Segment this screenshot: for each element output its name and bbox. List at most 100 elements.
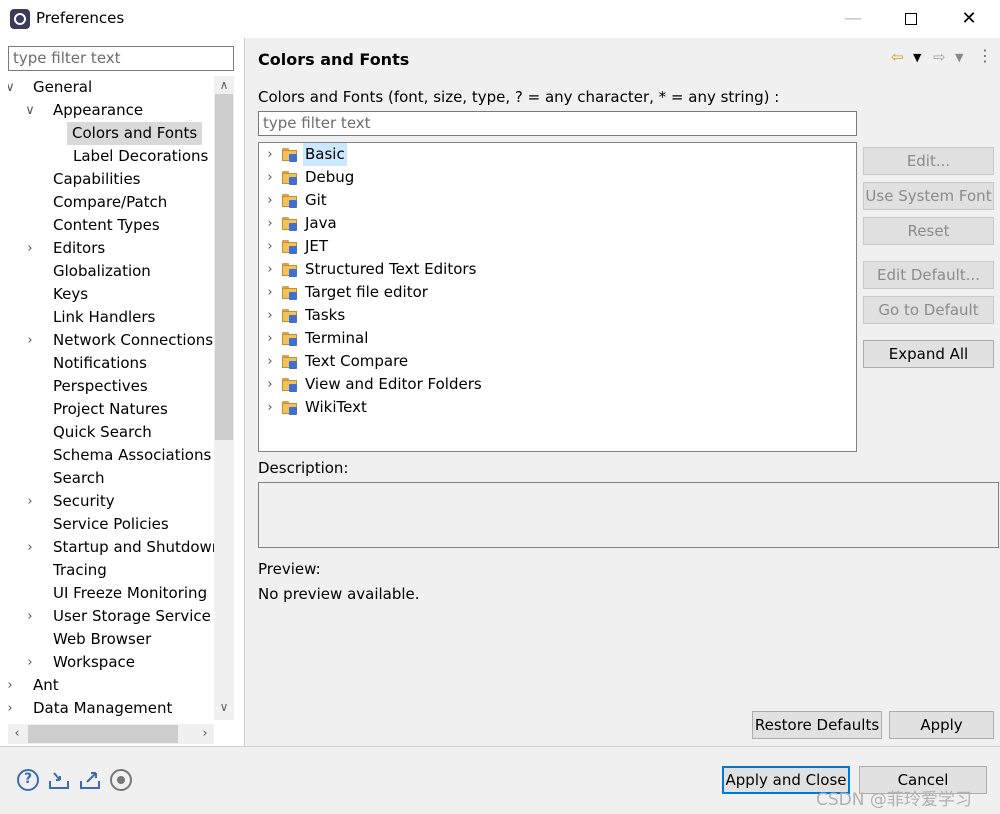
import-icon[interactable] xyxy=(48,769,70,791)
apply-button[interactable]: Apply xyxy=(889,711,994,739)
nav-item[interactable]: Search xyxy=(8,467,214,490)
colors-filter-input[interactable]: type filter text xyxy=(258,111,857,136)
nav-item[interactable]: › Data Management xyxy=(8,697,214,720)
nav-item[interactable]: Perspectives xyxy=(8,375,214,398)
close-button[interactable]: ✕ xyxy=(946,2,992,36)
category-row[interactable]: › Terminal xyxy=(259,327,856,350)
scroll-right-icon[interactable]: › xyxy=(196,724,214,744)
chevron-down-icon[interactable]: ∨ xyxy=(8,76,18,99)
edit-default-button[interactable]: Edit Default... xyxy=(863,261,994,289)
nav-vertical-scrollbar[interactable]: ∧ ∨ xyxy=(214,76,234,720)
reset-button[interactable]: Reset xyxy=(863,217,994,245)
nav-item[interactable]: Schema Associations xyxy=(8,444,214,467)
category-row[interactable]: › Debug xyxy=(259,166,856,189)
chevron-right-icon[interactable]: › xyxy=(22,536,38,559)
nav-item[interactable]: Notifications xyxy=(8,352,214,375)
nav-item-label: Quick Search xyxy=(53,423,152,441)
chevron-right-icon[interactable]: › xyxy=(262,373,278,396)
nav-scroll-thumb[interactable] xyxy=(215,94,233,440)
back-dropdown-icon[interactable]: ▼ xyxy=(913,51,921,64)
nav-item[interactable]: › Workspace xyxy=(8,651,214,674)
nav-item[interactable]: Service Policies xyxy=(8,513,214,536)
chevron-right-icon[interactable]: › xyxy=(262,235,278,258)
chevron-right-icon[interactable]: › xyxy=(262,212,278,235)
chevron-right-icon[interactable]: › xyxy=(22,605,38,628)
chevron-right-icon[interactable]: › xyxy=(262,258,278,281)
nav-item[interactable]: ∨ General xyxy=(8,76,214,99)
category-row[interactable]: › Target file editor xyxy=(259,281,856,304)
category-row[interactable]: › Structured Text Editors xyxy=(259,258,856,281)
nav-item[interactable]: Link Handlers xyxy=(8,306,214,329)
chevron-right-icon[interactable]: › xyxy=(8,674,18,697)
nav-item-label: Capabilities xyxy=(53,170,141,188)
forward-arrow-icon[interactable]: ⇨ xyxy=(933,48,946,66)
category-row[interactable]: › View and Editor Folders xyxy=(259,373,856,396)
category-label: Structured Text Editors xyxy=(305,260,477,278)
nav-item-label: User Storage Service xyxy=(53,607,211,625)
export-icon[interactable] xyxy=(79,769,101,791)
chevron-right-icon[interactable]: › xyxy=(262,281,278,304)
view-menu-icon[interactable]: ⋮ xyxy=(977,46,993,65)
category-row[interactable]: › Text Compare xyxy=(259,350,856,373)
category-label: Java xyxy=(305,214,337,232)
scroll-up-icon[interactable]: ∧ xyxy=(214,78,234,92)
nav-item[interactable]: UI Freeze Monitoring xyxy=(8,582,214,605)
scroll-down-icon[interactable]: ∨ xyxy=(214,700,234,714)
nav-item[interactable]: › Network Connections xyxy=(8,329,214,352)
chevron-right-icon[interactable]: › xyxy=(8,697,18,720)
nav-item[interactable]: Quick Search xyxy=(8,421,214,444)
nav-item[interactable]: Compare/Patch xyxy=(8,191,214,214)
nav-item[interactable]: ∨ Appearance xyxy=(8,99,214,122)
back-arrow-icon[interactable]: ⇦ xyxy=(891,48,904,66)
chevron-right-icon[interactable]: › xyxy=(262,304,278,327)
nav-item[interactable]: Globalization xyxy=(8,260,214,283)
nav-hscroll-thumb[interactable] xyxy=(28,725,178,743)
category-row[interactable]: › Basic xyxy=(259,143,856,166)
minimize-button[interactable]: — xyxy=(830,2,876,36)
expand-all-button[interactable]: Expand All xyxy=(863,340,994,368)
help-icon[interactable]: ? xyxy=(17,769,39,791)
nav-item[interactable]: › User Storage Service xyxy=(8,605,214,628)
category-row[interactable]: › Tasks xyxy=(259,304,856,327)
go-to-default-button[interactable]: Go to Default xyxy=(863,296,994,324)
restore-defaults-button[interactable]: Restore Defaults xyxy=(752,711,882,739)
nav-item-label: Globalization xyxy=(53,262,151,280)
chevron-right-icon[interactable]: › xyxy=(262,143,278,166)
nav-item[interactable]: › Ant xyxy=(8,674,214,697)
chevron-right-icon[interactable]: › xyxy=(262,189,278,212)
nav-item[interactable]: Project Natures xyxy=(8,398,214,421)
record-icon[interactable] xyxy=(110,769,132,791)
scroll-left-icon[interactable]: ‹ xyxy=(8,724,26,744)
nav-item[interactable]: Tracing xyxy=(8,559,214,582)
nav-item[interactable]: Label Decorations xyxy=(8,145,214,168)
chevron-down-icon[interactable]: ∨ xyxy=(22,99,38,122)
nav-item[interactable]: Colors and Fonts xyxy=(8,122,214,145)
nav-item[interactable]: Content Types xyxy=(8,214,214,237)
chevron-right-icon[interactable]: › xyxy=(22,237,38,260)
nav-item[interactable]: Keys xyxy=(8,283,214,306)
category-row[interactable]: › Git xyxy=(259,189,856,212)
nav-item[interactable]: › Security xyxy=(8,490,214,513)
category-row[interactable]: › WikiText xyxy=(259,396,856,419)
nav-item-label: Content Types xyxy=(53,216,160,234)
chevron-right-icon[interactable]: › xyxy=(262,350,278,373)
nav-filter-input[interactable]: type filter text xyxy=(8,46,234,71)
category-row[interactable]: › Java xyxy=(259,212,856,235)
nav-item[interactable]: Capabilities xyxy=(8,168,214,191)
nav-item[interactable]: › Editors xyxy=(8,237,214,260)
nav-horizontal-scrollbar[interactable]: ‹ › xyxy=(8,724,214,744)
chevron-right-icon[interactable]: › xyxy=(22,490,38,513)
chevron-right-icon[interactable]: › xyxy=(262,166,278,189)
chevron-right-icon[interactable]: › xyxy=(262,396,278,419)
edit-button[interactable]: Edit... xyxy=(863,147,994,175)
forward-dropdown-icon[interactable]: ▼ xyxy=(955,51,963,64)
maximize-button[interactable] xyxy=(888,2,934,36)
chevron-right-icon[interactable]: › xyxy=(262,327,278,350)
nav-item-label: Keys xyxy=(53,285,89,303)
nav-item[interactable]: Web Browser xyxy=(8,628,214,651)
category-row[interactable]: › JET xyxy=(259,235,856,258)
chevron-right-icon[interactable]: › xyxy=(22,651,38,674)
use-system-font-button[interactable]: Use System Font xyxy=(863,182,994,210)
chevron-right-icon[interactable]: › xyxy=(22,329,38,352)
nav-item[interactable]: › Startup and Shutdown xyxy=(8,536,214,559)
